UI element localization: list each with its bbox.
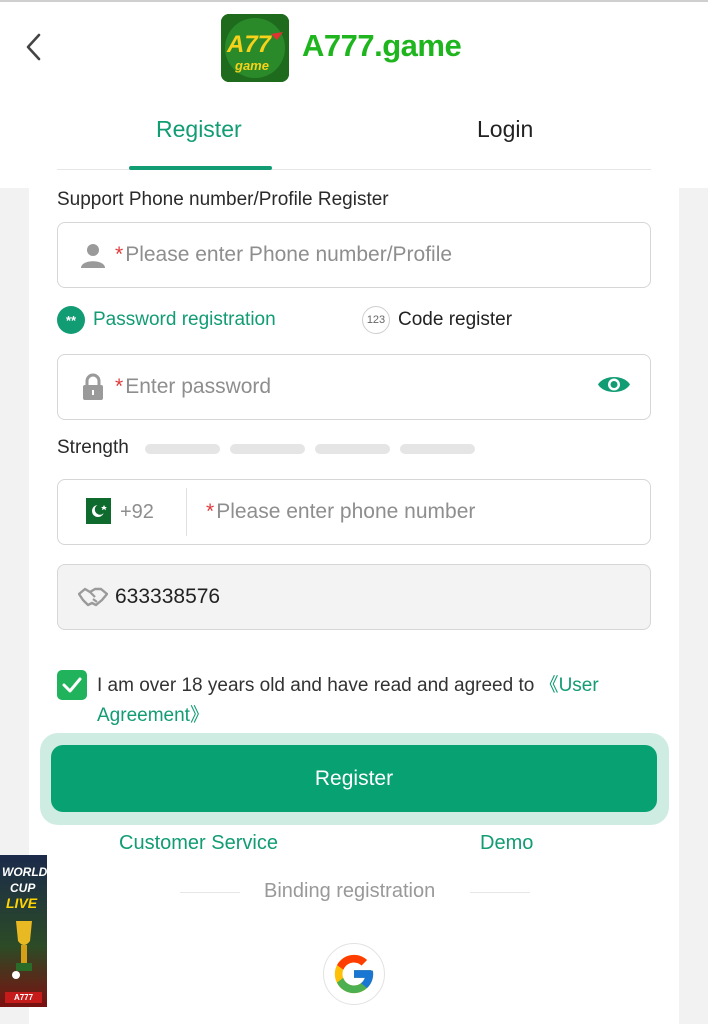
world-cup-promo-banner[interactable]: WORLD CUP LIVE A777	[0, 855, 47, 1007]
password-registration-label: Password registration	[93, 309, 276, 330]
brand-name: A777.game	[302, 28, 462, 63]
invite-code-value: 633338576	[115, 585, 221, 608]
auth-tabs: Register Login	[57, 98, 651, 170]
google-icon	[334, 954, 374, 994]
divider-line	[470, 892, 530, 893]
handshake-icon	[78, 582, 108, 612]
brand-logo: A77 game	[221, 14, 289, 82]
phone-placeholder: *Please enter phone number	[206, 500, 476, 523]
strength-meter	[145, 444, 475, 454]
password-mode-icon: **	[57, 306, 85, 334]
chevron-left-icon	[26, 33, 41, 61]
tab-register[interactable]: Register	[156, 116, 242, 143]
profile-placeholder: *Please enter Phone number/Profile	[115, 243, 453, 266]
phone-input[interactable]: +92 *Please enter phone number	[57, 479, 651, 545]
strength-bar	[145, 444, 220, 454]
strength-bar	[230, 444, 305, 454]
agreement-checkbox[interactable]	[57, 670, 87, 700]
code-register-option[interactable]: 123 Code register	[362, 306, 512, 334]
divider-line	[180, 892, 240, 893]
trophy-icon	[12, 921, 32, 979]
check-icon	[62, 677, 82, 693]
register-button[interactable]: Register	[51, 745, 657, 812]
google-login-button[interactable]	[323, 943, 385, 1005]
back-button[interactable]	[18, 30, 48, 64]
password-registration-option[interactable]: ** Password registration	[57, 306, 276, 334]
svg-text:A77: A77	[226, 31, 273, 58]
tab-login[interactable]: Login	[477, 116, 533, 143]
eye-icon[interactable]	[596, 373, 632, 402]
profile-label: Support Phone number/Profile Register	[57, 189, 389, 210]
binding-registration-label: Binding registration	[264, 880, 436, 902]
password-placeholder: *Enter password	[115, 375, 272, 398]
divider	[186, 488, 187, 536]
svg-text:game: game	[234, 58, 269, 73]
demo-link[interactable]: Demo	[480, 832, 533, 855]
profile-input[interactable]: *Please enter Phone number/Profile	[57, 222, 651, 288]
agreement-text: I am over 18 years old and have read and…	[97, 675, 599, 726]
lock-icon	[78, 372, 108, 402]
password-input[interactable]: *Enter password	[57, 354, 651, 420]
code-mode-icon: 123	[362, 306, 390, 334]
user-icon	[78, 240, 108, 270]
country-code[interactable]: +92	[120, 501, 154, 524]
invite-code-input[interactable]: 633338576	[57, 564, 651, 630]
binding-registration-divider: Binding registration	[180, 880, 530, 906]
active-tab-indicator	[129, 166, 272, 170]
promo-tag: A777	[5, 992, 42, 1003]
strength-bar	[315, 444, 390, 454]
registration-mode: ** Password registration 123 Code regist…	[57, 306, 651, 338]
code-register-label: Code register	[398, 309, 513, 330]
strength-bar	[400, 444, 475, 454]
pakistan-flag-icon	[78, 498, 111, 524]
customer-service-link[interactable]: Customer Service	[119, 832, 278, 855]
strength-label: Strength	[57, 437, 129, 458]
